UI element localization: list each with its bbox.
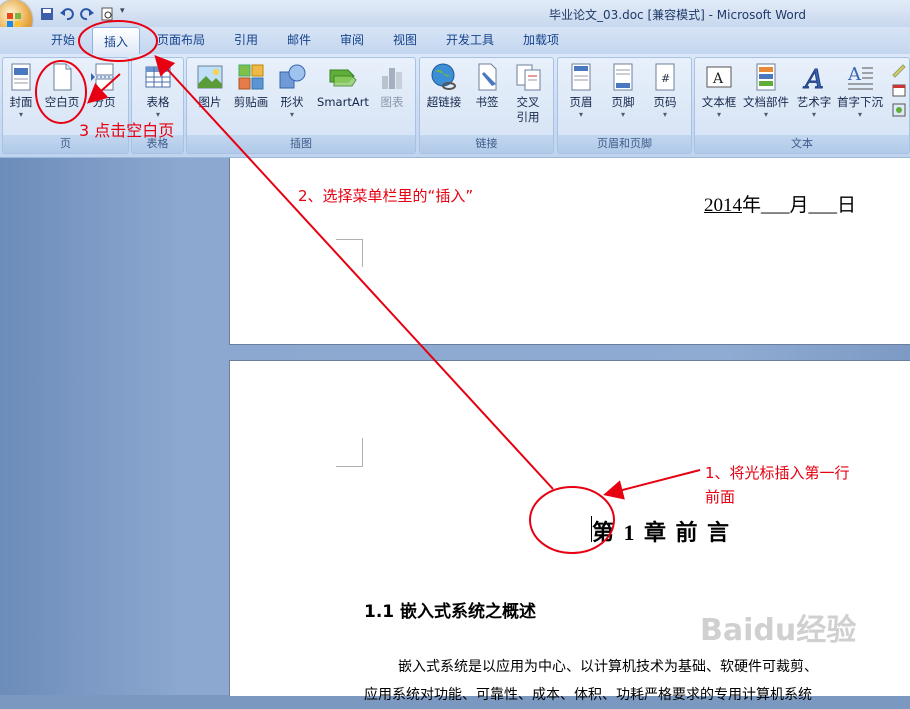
bookmark-icon	[478, 63, 497, 91]
save-icon[interactable]	[40, 6, 54, 20]
date-year: 2014	[704, 195, 742, 216]
shapes-button[interactable]: 形状 ▾	[275, 62, 309, 120]
cross-reference-button[interactable]: 交叉 引用	[510, 62, 546, 125]
smartart-button[interactable]: SmartArt	[315, 62, 371, 110]
footer-icon	[613, 63, 633, 91]
dropdown-arrow-icon: ▾	[289, 110, 294, 119]
office-logo-icon	[7, 13, 21, 27]
annotation-step-2: 2、选择菜单栏里的“插入”	[298, 187, 474, 205]
annotation-step-1-line-2: 前面	[705, 488, 736, 506]
group-label-header-footer: 页眉和页脚	[558, 135, 691, 153]
wordart-icon: A	[803, 65, 825, 93]
object-icon[interactable]	[891, 102, 907, 118]
chapter-title[interactable]: 第 1 章 前 言	[592, 515, 731, 547]
clip-art-icon	[238, 64, 264, 90]
chart-icon	[382, 68, 402, 89]
wordart-button[interactable]: A 艺术字 ▾	[795, 62, 833, 120]
page-number-button[interactable]: # 页码 ▾	[648, 62, 682, 120]
page-2-corner-mark	[336, 438, 363, 467]
group-label-links: 链接	[420, 135, 553, 153]
quick-parts-icon	[756, 63, 776, 91]
body-paragraph[interactable]: 嵌入式系统是以应用为中心、以计算机技术为基础、软硬件可裁剪、 应用系统对功能、可…	[364, 653, 818, 709]
tab-add-ins[interactable]: 加载项	[523, 31, 559, 48]
cross-reference-icon	[516, 64, 541, 91]
quick-parts-button[interactable]: 文档部件 ▾	[741, 62, 791, 120]
group-label-illustrations: 插图	[187, 135, 415, 153]
page-break-button[interactable]: 分页	[87, 62, 121, 110]
tab-references[interactable]: 引用	[234, 31, 258, 48]
annotation-step-3: 3 点击空白页	[79, 121, 175, 140]
tab-view[interactable]: 视图	[393, 31, 417, 48]
table-icon	[145, 66, 171, 88]
header-button[interactable]: 页眉 ▾	[564, 62, 598, 120]
shapes-icon	[279, 64, 306, 89]
tab-mailings[interactable]: 邮件	[287, 31, 311, 48]
tab-developer[interactable]: 开发工具	[446, 31, 494, 48]
smartart-icon	[329, 69, 357, 87]
customize-qat-icon[interactable]: ▾	[120, 6, 128, 20]
footer-button[interactable]: 页脚 ▾	[606, 62, 640, 120]
title-bar: ▾ 毕业论文_03.doc [兼容模式] - Microsoft Word	[0, 0, 910, 40]
group-label-text: 文本	[695, 135, 909, 153]
group-text: A 文本框 ▾ 文档部件 ▾ A 艺术字 ▾ A 首字下沉 ▾ 文本	[694, 57, 910, 154]
bookmark-button[interactable]: 书签	[470, 62, 504, 110]
header-icon	[571, 63, 591, 91]
page-break-icon	[91, 63, 117, 91]
picture-button[interactable]: 图片	[193, 62, 227, 110]
ribbon: 封面 ▾ 空白页 分页 页 表格 ▾ 表格 图片 剪贴画 形状 ▾ SmartA…	[0, 54, 910, 158]
group-links: 超链接 书签 交叉 引用 链接	[419, 57, 554, 154]
page-1-corner-mark	[336, 239, 363, 267]
section-title[interactable]: 1.1 嵌入式系统之概述	[364, 597, 536, 622]
tab-insert[interactable]: 插入	[92, 27, 140, 54]
annotation-step-1-line-1: 1、将光标插入第一行	[705, 464, 850, 482]
blank-page-icon	[53, 63, 72, 91]
svg-text:A: A	[712, 71, 724, 87]
text-box-icon: A	[706, 66, 732, 88]
tab-home[interactable]: 开始	[51, 31, 75, 48]
group-illustrations: 图片 剪贴画 形状 ▾ SmartArt 图表 插图	[186, 57, 416, 154]
signature-line-icon[interactable]	[891, 62, 907, 78]
text-box-button[interactable]: A 文本框 ▾	[699, 62, 739, 120]
drop-cap-button[interactable]: A 首字下沉 ▾	[835, 62, 885, 120]
dropdown-arrow-icon: ▾	[662, 110, 667, 119]
drop-cap-icon: A	[847, 64, 873, 90]
dropdown-arrow-icon: ▾	[716, 110, 721, 119]
table-button[interactable]: 表格 ▾	[138, 62, 178, 120]
dropdown-arrow-icon: ▾	[857, 110, 862, 119]
chart-button[interactable]: 图表	[375, 62, 409, 110]
quick-access-toolbar: ▾	[40, 4, 128, 22]
dropdown-arrow-icon: ▾	[763, 110, 768, 119]
cover-page-icon	[11, 63, 31, 91]
svg-text:A: A	[847, 64, 862, 85]
date-line: 2014年___月___日	[704, 190, 856, 217]
dropdown-arrow-icon: ▾	[620, 110, 625, 119]
dropdown-arrow-icon: ▾	[578, 110, 583, 119]
group-header-footer: 页眉 ▾ 页脚 ▾ # 页码 ▾ 页眉和页脚	[557, 57, 692, 154]
dropdown-arrow-icon: ▾	[18, 110, 23, 119]
svg-text:A: A	[803, 65, 824, 92]
redo-icon[interactable]	[80, 6, 94, 21]
hyperlink-globe-icon	[431, 63, 456, 90]
ribbon-tabs: 开始 插入 页面布局 引用 邮件 审阅 视图 开发工具 加载项	[0, 27, 910, 54]
date-time-icon[interactable]	[891, 82, 907, 98]
clip-art-button[interactable]: 剪贴画	[231, 62, 271, 110]
undo-icon[interactable]	[60, 6, 74, 21]
tab-review[interactable]: 审阅	[340, 31, 364, 48]
dropdown-arrow-icon: ▾	[811, 110, 816, 119]
baidu-watermark: Baidu经验	[700, 613, 857, 648]
print-preview-icon[interactable]	[100, 6, 114, 21]
tab-page-layout[interactable]: 页面布局	[157, 31, 205, 48]
svg-text:#: #	[661, 72, 670, 85]
page-number-icon: #	[655, 63, 675, 91]
picture-icon	[197, 65, 223, 89]
window-title: 毕业论文_03.doc [兼容模式] - Microsoft Word	[549, 8, 807, 22]
blank-page-button[interactable]: 空白页	[42, 62, 82, 110]
date-rest: 年___月___日	[742, 195, 857, 216]
paragraph-line-2: 应用系统对功能、可靠性、成本、体积、功耗严格要求的专用计算机系统	[364, 687, 812, 703]
hyperlink-button[interactable]: 超链接	[424, 62, 464, 110]
text-group-small-icons	[891, 62, 909, 122]
cover-page-button[interactable]: 封面 ▾	[4, 62, 38, 120]
paragraph-line-1: 嵌入式系统是以应用为中心、以计算机技术为基础、软硬件可裁剪、	[398, 659, 818, 675]
text-cursor	[591, 516, 592, 542]
